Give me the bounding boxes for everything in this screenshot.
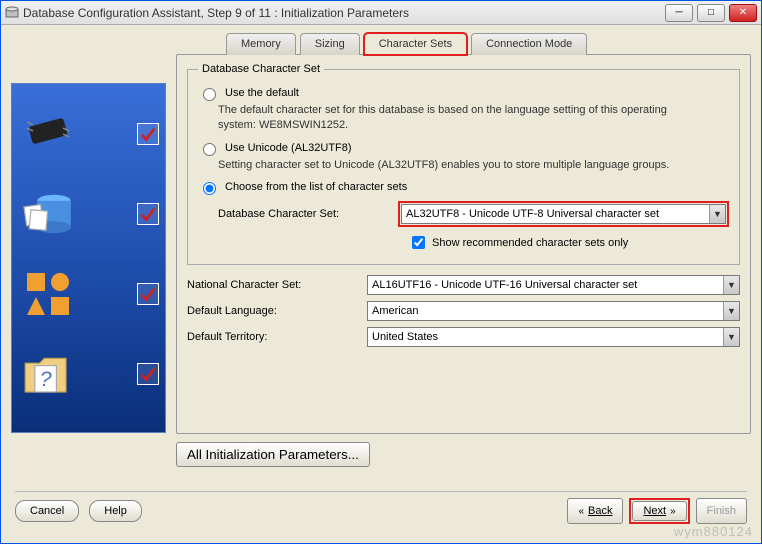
- back-button[interactable]: « Back: [567, 498, 623, 524]
- national-charset-value: AL16UTF16 - Unicode UTF-16 Universal cha…: [372, 279, 637, 291]
- tab-sizing[interactable]: Sizing: [300, 33, 360, 55]
- default-language-value: American: [372, 305, 418, 317]
- step-check-icon: [137, 123, 159, 145]
- question-folder-icon: ?: [18, 344, 78, 404]
- next-button[interactable]: Next »: [632, 501, 686, 521]
- maximize-button[interactable]: □: [697, 4, 725, 22]
- chevron-down-icon: ▼: [723, 328, 739, 346]
- use-unicode-desc: Setting character set to Unicode (AL32UT…: [218, 158, 688, 173]
- help-button[interactable]: Help: [89, 500, 142, 522]
- watermark: wym880124: [674, 524, 753, 539]
- default-territory-label: Default Territory:: [187, 331, 357, 343]
- tab-character-sets[interactable]: Character Sets: [364, 33, 467, 55]
- chevron-right-icon: »: [670, 506, 676, 517]
- db-charset-value: AL32UTF8 - Unicode UTF-8 Universal chara…: [406, 208, 659, 220]
- database-icon: [18, 184, 78, 244]
- db-charset-label: Database Character Set:: [218, 208, 388, 220]
- national-charset-label: National Character Set:: [187, 279, 357, 291]
- svg-text:?: ?: [40, 366, 52, 391]
- default-territory-value: United States: [372, 331, 438, 343]
- radio-use-default-label: Use the default: [225, 87, 299, 99]
- step-check-icon: [137, 363, 159, 385]
- group-legend: Database Character Set: [198, 63, 324, 75]
- tab-memory[interactable]: Memory: [226, 33, 296, 55]
- minimize-button[interactable]: ─: [665, 4, 693, 22]
- all-init-params-button[interactable]: All Initialization Parameters...: [176, 442, 370, 467]
- tiles-icon: [18, 264, 78, 324]
- finish-button: Finish: [696, 498, 747, 524]
- chevron-left-icon: «: [578, 506, 584, 517]
- step-check-icon: [137, 203, 159, 225]
- tab-connection-mode[interactable]: Connection Mode: [471, 33, 587, 55]
- cancel-button[interactable]: Cancel: [15, 500, 79, 522]
- step-check-icon: [137, 283, 159, 305]
- chevron-down-icon: ▼: [723, 276, 739, 294]
- recommended-checkbox[interactable]: [412, 236, 425, 249]
- radio-use-default[interactable]: [203, 88, 216, 101]
- db-charset-combo[interactable]: AL32UTF8 - Unicode UTF-8 Universal chara…: [401, 204, 726, 224]
- close-button[interactable]: ✕: [729, 4, 757, 22]
- national-charset-combo[interactable]: AL16UTF16 - Unicode UTF-16 Universal cha…: [367, 275, 740, 295]
- default-language-combo[interactable]: American ▼: [367, 301, 740, 321]
- default-language-label: Default Language:: [187, 305, 357, 317]
- chevron-down-icon: ▼: [723, 302, 739, 320]
- chip-icon: [18, 104, 78, 164]
- radio-use-unicode-label: Use Unicode (AL32UTF8): [225, 142, 352, 154]
- app-icon: [5, 6, 19, 20]
- radio-use-unicode[interactable]: [203, 143, 216, 156]
- radio-choose-list-label: Choose from the list of character sets: [225, 181, 407, 193]
- use-default-desc: The default character set for this datab…: [218, 103, 688, 134]
- window-title: Database Configuration Assistant, Step 9…: [23, 6, 665, 20]
- chevron-down-icon: ▼: [709, 205, 725, 223]
- db-charset-group: Database Character Set Use the default T…: [187, 63, 740, 265]
- wizard-sidebar: ?: [11, 83, 166, 433]
- titlebar: Database Configuration Assistant, Step 9…: [1, 1, 761, 25]
- recommended-label: Show recommended character sets only: [432, 237, 628, 249]
- default-territory-combo[interactable]: United States ▼: [367, 327, 740, 347]
- tab-panel: Database Character Set Use the default T…: [176, 54, 751, 434]
- radio-choose-list[interactable]: [203, 182, 216, 195]
